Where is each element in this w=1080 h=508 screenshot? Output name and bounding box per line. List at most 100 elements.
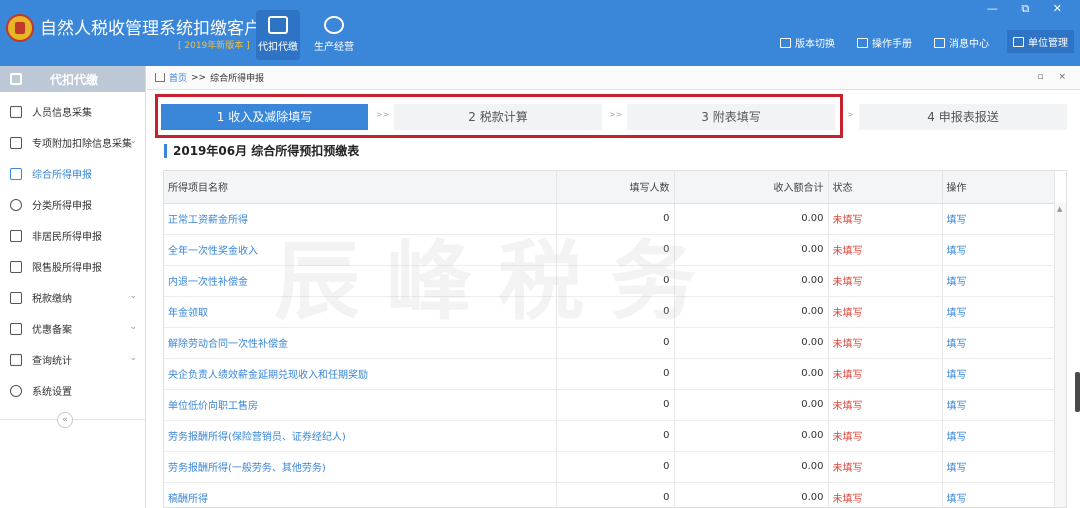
- count-cell: 0: [556, 358, 675, 390]
- sidebar-item-comprehensive-income[interactable]: 综合所得申报: [0, 158, 145, 189]
- col-header-operation: 操作: [942, 171, 1055, 204]
- sidebar-item-nonresident[interactable]: 非居民所得申报: [0, 220, 145, 251]
- window-edge-handle[interactable]: [1075, 372, 1080, 412]
- status-cell: 未填写: [828, 482, 943, 507]
- sidebar-item-query-stats[interactable]: 查询统计 ⌄: [0, 344, 145, 375]
- sidebar: 代扣代缴 人员信息采集 专项附加扣除信息采集 ⌄ 综合所得申报 分类所得申报 非…: [0, 66, 146, 508]
- item-name-link[interactable]: 劳务报酬所得(保险营销员、证券经纪人): [164, 420, 557, 452]
- table-row: 内退一次性补偿金 0 0.00 未填写 填写: [164, 265, 1055, 297]
- count-cell: 0: [556, 482, 675, 507]
- mail-icon: [934, 37, 945, 48]
- table-row: 全年一次性奖金收入 0 0.00 未填写 填写: [164, 234, 1055, 266]
- wallet-icon: [268, 16, 288, 34]
- table-row: 解除劳动合同一次性补偿金 0 0.00 未填写 填写: [164, 327, 1055, 359]
- tab-controls[interactable]: ▫ ×: [1037, 72, 1072, 82]
- window-controls[interactable]: — ⧉ ✕: [987, 2, 1072, 16]
- breadcrumb-home-link[interactable]: 首页: [169, 71, 187, 84]
- item-name-link[interactable]: 解除劳动合同一次性补偿金: [164, 327, 557, 359]
- item-name-link[interactable]: 全年一次性奖金收入: [164, 234, 557, 266]
- bar-chart-icon: [10, 260, 22, 273]
- top-actions: 版本切换 操作手册 消息中心 单位管理: [776, 30, 1074, 53]
- manual-button[interactable]: 操作手册: [853, 32, 916, 53]
- person-icon: [10, 105, 22, 118]
- col-header-count: 填写人数: [556, 171, 675, 204]
- main-content: 首页 >> 综合所得申报 ▫ × 1 收入及减除填写 >> 2 税款计算 >> …: [147, 66, 1080, 508]
- item-name-link[interactable]: 单位低价向职工售房: [164, 389, 557, 421]
- sidebar-header: 代扣代缴: [0, 66, 145, 92]
- pie-icon: [10, 198, 22, 211]
- app-version: [ 2019年新版本 ]: [178, 41, 250, 51]
- table-scrollbar[interactable]: ▲: [1054, 203, 1066, 507]
- fill-link[interactable]: 填写: [942, 420, 1055, 452]
- status-cell: 未填写: [828, 389, 943, 421]
- breadcrumb-current: 综合所得申报: [210, 74, 265, 84]
- breadcrumb-separator: >>: [191, 72, 207, 83]
- sidebar-item-settings[interactable]: 系统设置: [0, 375, 145, 406]
- manual-icon: [857, 37, 868, 48]
- chevron-down-icon: ⌄: [129, 291, 137, 301]
- user-icon: [10, 229, 22, 242]
- item-name-link[interactable]: 央企负责人绩效薪金延期兑现收入和任期奖励: [164, 358, 557, 390]
- sidebar-collapse-button[interactable]: «: [57, 412, 73, 428]
- wallet-icon: [10, 73, 22, 85]
- fill-link[interactable]: 填写: [942, 358, 1055, 390]
- table-row: 单位低价向职工售房 0 0.00 未填写 填写: [164, 389, 1055, 421]
- home-icon: [155, 73, 165, 82]
- table-row: 劳务报酬所得(一般劳务、其他劳务) 0 0.00 未填写 填写: [164, 451, 1055, 483]
- income-cell: 0.00: [674, 358, 829, 390]
- fill-link[interactable]: 填写: [942, 389, 1055, 421]
- sidebar-item-preference-filing[interactable]: 优惠备案 ⌄: [0, 313, 145, 344]
- income-cell: 0.00: [674, 482, 829, 507]
- step-separator: >: [847, 110, 854, 119]
- chevron-down-icon: ⌄: [129, 136, 137, 146]
- status-cell: 未填写: [828, 451, 943, 483]
- table-row: 央企负责人绩效薪金延期兑现收入和任期奖励 0 0.00 未填写 填写: [164, 358, 1055, 390]
- income-cell: 0.00: [674, 420, 829, 452]
- col-header-item: 所得项目名称: [164, 171, 557, 204]
- fill-link[interactable]: 填写: [942, 482, 1055, 507]
- sidebar-item-tax-payment[interactable]: 税款缴纳 ⌄: [0, 282, 145, 313]
- section-title: 2019年06月 综合所得预扣预缴表: [164, 144, 359, 158]
- scroll-up-arrow-icon[interactable]: ▲: [1057, 205, 1062, 213]
- item-name-link[interactable]: 劳务报酬所得(一般劳务、其他劳务): [164, 451, 557, 483]
- folder-icon: [10, 291, 22, 304]
- table-row: 劳务报酬所得(保险营销员、证券经纪人) 0 0.00 未填写 填写: [164, 420, 1055, 452]
- sidebar-item-classified-income[interactable]: 分类所得申报: [0, 189, 145, 220]
- fill-link[interactable]: 填写: [942, 451, 1055, 483]
- income-cell: 0.00: [674, 234, 829, 266]
- count-cell: 0: [556, 234, 675, 266]
- count-cell: 0: [556, 265, 675, 297]
- app-header: 自然人税收管理系统扣缴客户端 [ 2019年新版本 ] 代扣代缴 生产经营 — …: [0, 0, 1080, 66]
- version-switch-button[interactable]: 版本切换: [776, 32, 839, 53]
- message-center-button[interactable]: 消息中心: [930, 32, 993, 53]
- steps-highlight-box: [155, 94, 843, 138]
- income-cell: 0.00: [674, 327, 829, 359]
- document-icon: [10, 322, 22, 335]
- item-name-link[interactable]: 内退一次性补偿金: [164, 265, 557, 297]
- app-title: 自然人税收管理系统扣缴客户端: [40, 19, 278, 39]
- item-name-link[interactable]: 正常工资薪金所得: [164, 203, 557, 235]
- breadcrumb: 首页 >> 综合所得申报 ▫ ×: [147, 66, 1080, 90]
- unit-management-button[interactable]: 单位管理: [1007, 30, 1074, 53]
- col-header-income: 收入额合计: [674, 171, 829, 204]
- chevron-down-icon: ⌄: [129, 322, 137, 332]
- count-cell: 0: [556, 389, 675, 421]
- item-name-link[interactable]: 稿酬所得: [164, 482, 557, 507]
- sidebar-item-special-deduction[interactable]: 专项附加扣除信息采集 ⌄: [0, 127, 145, 158]
- item-name-link[interactable]: 年金领取: [164, 296, 557, 328]
- sidebar-item-restricted-shares[interactable]: 限售股所得申报: [0, 251, 145, 282]
- step-submit-report[interactable]: 4 申报表报送: [859, 104, 1067, 130]
- income-cell: 0.00: [674, 296, 829, 328]
- status-cell: 未填写: [828, 234, 943, 266]
- switch-icon: [780, 37, 791, 48]
- count-cell: 0: [556, 420, 675, 452]
- fill-link[interactable]: 填写: [942, 296, 1055, 328]
- module-business[interactable]: 生产经营: [312, 10, 356, 60]
- sidebar-item-personnel[interactable]: 人员信息采集: [0, 96, 145, 127]
- module-withholding[interactable]: 代扣代缴: [256, 10, 300, 60]
- income-cell: 0.00: [674, 265, 829, 297]
- fill-link[interactable]: 填写: [942, 265, 1055, 297]
- fill-link[interactable]: 填写: [942, 203, 1055, 235]
- fill-link[interactable]: 填写: [942, 234, 1055, 266]
- fill-link[interactable]: 填写: [942, 327, 1055, 359]
